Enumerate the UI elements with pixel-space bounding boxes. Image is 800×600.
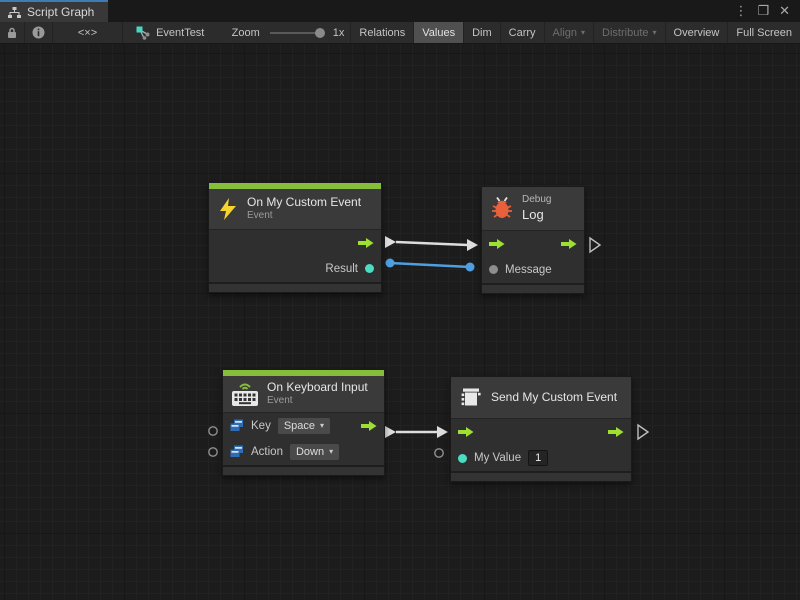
zoom-level: 1x bbox=[327, 22, 351, 43]
result-value-port[interactable] bbox=[365, 264, 374, 273]
zoom-slider[interactable] bbox=[270, 32, 323, 34]
connections-overlay bbox=[0, 44, 800, 600]
node-footer bbox=[209, 282, 381, 292]
distribute-dropdown[interactable]: Distribute▾ bbox=[594, 22, 665, 43]
flow-arrow-out-icon[interactable] bbox=[608, 426, 624, 438]
my-value-field[interactable]: 1 bbox=[528, 450, 548, 466]
graph-name: EventTest bbox=[156, 27, 204, 39]
node-on-keyboard-input[interactable]: On Keyboard Input Event Key Space ▾ bbox=[222, 369, 385, 476]
graph-canvas[interactable]: On My Custom Event Event Result bbox=[0, 44, 800, 600]
info-icon bbox=[32, 26, 45, 39]
message-port-label: Message bbox=[505, 264, 552, 276]
my-value-input-row: My Value 1 bbox=[451, 445, 631, 471]
node-title: On Keyboard Input bbox=[267, 380, 368, 395]
zoom-slider-knob[interactable] bbox=[315, 28, 325, 38]
event-machine-icon bbox=[459, 386, 483, 409]
window-controls: ⋮ ❒ ✕ bbox=[724, 0, 800, 22]
flow-arrow-out-icon[interactable] bbox=[361, 420, 377, 432]
graph-toolbar: <×> EventTest Zoom 1x Relations Values D… bbox=[0, 22, 800, 44]
connection-control-keyboard-to-send[interactable] bbox=[385, 426, 448, 438]
key-dropdown[interactable]: Space ▾ bbox=[278, 418, 330, 434]
node-footer bbox=[451, 471, 631, 481]
toolbar-right-group: Relations Values Dim Carry Align▾ Distri… bbox=[350, 22, 800, 43]
bug-icon bbox=[490, 196, 514, 220]
result-port-label: Result bbox=[325, 263, 358, 275]
lightning-bolt-icon bbox=[217, 197, 239, 221]
relations-button[interactable]: Relations bbox=[350, 22, 414, 43]
flow-arrow-in-icon[interactable] bbox=[489, 238, 505, 250]
tab-bar: Script Graph ⋮ ❒ ✕ bbox=[0, 0, 800, 22]
graph-breadcrumb[interactable]: EventTest bbox=[130, 22, 210, 43]
key-input-row: Key Space ▾ bbox=[223, 413, 384, 439]
control-flow-row bbox=[451, 419, 631, 445]
debug-log-control-out-port[interactable] bbox=[590, 238, 600, 252]
node-header[interactable]: On Keyboard Input Event bbox=[223, 376, 384, 412]
node-footer bbox=[223, 465, 384, 475]
node-kind-label: Debug bbox=[522, 194, 551, 207]
send-event-control-out-port[interactable] bbox=[638, 425, 648, 439]
node-title: Log bbox=[522, 207, 551, 223]
flow-arrow-out-icon[interactable] bbox=[561, 238, 577, 250]
graph-asset-icon bbox=[136, 26, 151, 40]
key-port-label: Key bbox=[251, 420, 271, 432]
full-screen-button[interactable]: Full Screen bbox=[728, 22, 800, 43]
chevron-down-icon: ▾ bbox=[581, 28, 585, 37]
connection-value-result-to-message[interactable] bbox=[386, 259, 475, 272]
flow-arrow-in-icon[interactable] bbox=[458, 426, 474, 438]
flow-arrow-out-icon[interactable] bbox=[358, 237, 374, 249]
action-dropdown[interactable]: Down ▾ bbox=[290, 444, 339, 460]
control-flow-row bbox=[482, 231, 584, 257]
key-input-port[interactable] bbox=[209, 427, 217, 435]
tab-script-graph[interactable]: Script Graph bbox=[0, 0, 108, 22]
code-icon: <×> bbox=[78, 27, 97, 39]
action-input-port[interactable] bbox=[209, 448, 217, 456]
connection-control-custom-event-to-log[interactable] bbox=[385, 236, 478, 251]
node-title: On My Custom Event bbox=[247, 195, 361, 210]
my-value-input-port[interactable] bbox=[435, 449, 443, 457]
script-graph-window: Script Graph ⋮ ❒ ✕ <×> bbox=[0, 0, 800, 600]
carry-button[interactable]: Carry bbox=[501, 22, 545, 43]
control-output-row bbox=[209, 230, 381, 256]
keyboard-broadcast-icon bbox=[231, 381, 259, 407]
window-close-icon[interactable]: ✕ bbox=[779, 3, 790, 19]
chevron-down-icon: ▾ bbox=[653, 28, 657, 37]
action-port-label: Action bbox=[251, 446, 283, 458]
window-menu-icon[interactable]: ⋮ bbox=[734, 3, 747, 19]
node-header[interactable]: Send My Custom Event bbox=[451, 377, 631, 418]
lock-button[interactable] bbox=[0, 22, 25, 43]
result-output-row: Result bbox=[209, 256, 381, 282]
enum-value-icon bbox=[230, 419, 244, 432]
graph-hierarchy-icon bbox=[8, 7, 21, 18]
lock-icon bbox=[7, 27, 17, 39]
zoom-label: Zoom bbox=[226, 22, 266, 43]
info-button[interactable] bbox=[25, 22, 53, 43]
node-header[interactable]: On My Custom Event Event bbox=[209, 189, 381, 229]
node-footer bbox=[482, 283, 584, 293]
node-subtitle: Event bbox=[267, 395, 368, 408]
node-on-my-custom-event[interactable]: On My Custom Event Event Result bbox=[208, 182, 382, 293]
node-send-my-custom-event[interactable]: Send My Custom Event My Value 1 bbox=[450, 376, 632, 482]
chevron-down-icon: ▾ bbox=[329, 447, 333, 456]
values-button[interactable]: Values bbox=[414, 22, 464, 43]
overview-button[interactable]: Overview bbox=[666, 22, 729, 43]
message-value-port[interactable] bbox=[489, 265, 498, 274]
node-title: Send My Custom Event bbox=[491, 390, 617, 405]
action-input-row: Action Down ▾ bbox=[223, 439, 384, 465]
code-preview-button[interactable]: <×> bbox=[53, 22, 123, 43]
enum-value-icon bbox=[230, 445, 244, 458]
node-debug-log[interactable]: Debug Log Message bbox=[481, 186, 585, 294]
align-dropdown[interactable]: Align▾ bbox=[545, 22, 594, 43]
tab-label: Script Graph bbox=[27, 5, 94, 19]
my-value-port[interactable] bbox=[458, 454, 467, 463]
node-subtitle: Event bbox=[247, 210, 361, 223]
message-input-row: Message bbox=[482, 257, 584, 283]
dim-button[interactable]: Dim bbox=[464, 22, 501, 43]
my-value-port-label: My Value bbox=[474, 452, 521, 464]
chevron-down-icon: ▾ bbox=[320, 421, 324, 430]
window-maximize-icon[interactable]: ❒ bbox=[757, 3, 769, 19]
node-header[interactable]: Debug Log bbox=[482, 187, 584, 230]
